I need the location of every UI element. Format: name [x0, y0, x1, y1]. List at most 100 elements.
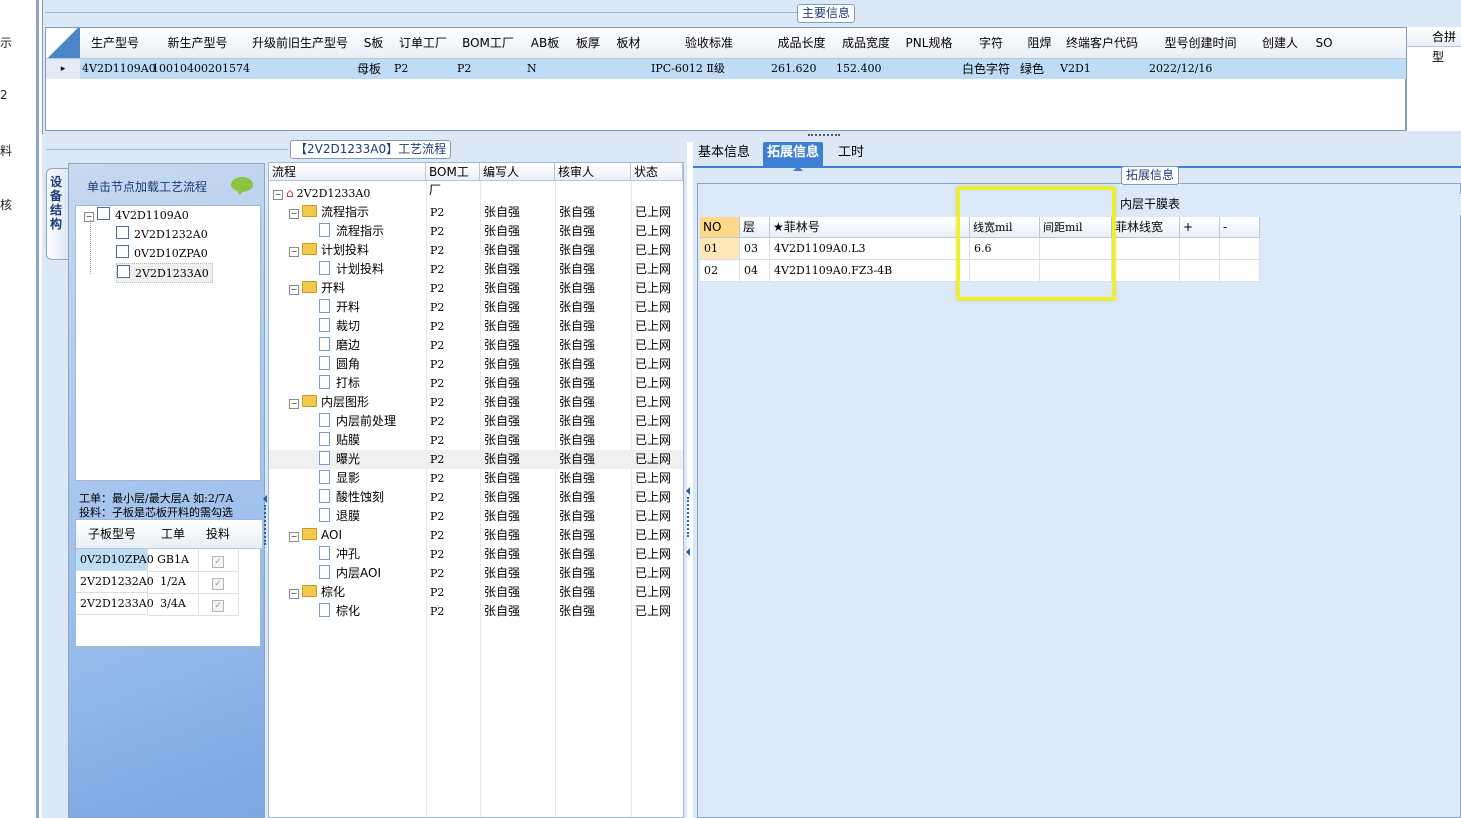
tab-basic-info[interactable]: 基本信息	[694, 142, 754, 166]
col-old-model[interactable]: 升级前旧生产型号	[245, 28, 356, 59]
col-film-number[interactable]: ★菲林号	[770, 217, 970, 238]
flow-node[interactable]: 计划投料	[319, 260, 384, 279]
cell-writer[interactable]: 张自强	[484, 583, 520, 602]
cell-status[interactable]: 已上网	[635, 526, 671, 545]
cell-reviewer[interactable]: 张自强	[559, 583, 595, 602]
cell-reviewer[interactable]: 张自强	[559, 412, 595, 431]
cell-char[interactable]: 白色字符	[962, 59, 1010, 79]
merge-header[interactable]: 合拼型	[1407, 27, 1461, 64]
col-order-factory[interactable]: 订单工厂	[392, 28, 455, 59]
sub-cell-feed[interactable]: ✓	[198, 549, 239, 572]
ext-cell-no[interactable]: 02	[700, 260, 740, 282]
col-created[interactable]: 型号创建时间	[1147, 28, 1255, 59]
add-row-button[interactable]: +	[1180, 217, 1220, 238]
process-row[interactable]: 计划投料 P2 张自强 张自强 已上网	[269, 260, 683, 279]
cell-reviewer[interactable]: 张自强	[559, 602, 595, 621]
flow-node[interactable]: 内层AOI	[319, 564, 381, 583]
col-flow[interactable]: 流程	[269, 163, 426, 181]
cell-bom[interactable]: P2	[430, 241, 444, 260]
flow-node[interactable]: 流程指示	[319, 222, 384, 241]
cell-bom[interactable]: P2	[430, 393, 444, 412]
cell-status[interactable]: 已上网	[635, 374, 671, 393]
ext-cell-layer[interactable]: 04	[740, 260, 770, 282]
process-row[interactable]: 棕化 P2 张自强 张自强 已上网	[269, 602, 683, 621]
ext-cell-film[interactable]: 4V2D1109A0.L3	[770, 238, 970, 260]
flow-node[interactable]: − 流程指示	[289, 203, 369, 222]
cell-writer[interactable]: 张自强	[484, 260, 520, 279]
cell-writer[interactable]: 张自强	[484, 279, 520, 298]
flow-node[interactable]: 圆角	[319, 355, 360, 374]
col-sub-feed[interactable]: 投料	[198, 520, 239, 549]
flow-node[interactable]: 内层前处理	[319, 412, 396, 431]
sub-cell-feed[interactable]: ✓	[198, 593, 239, 616]
tree-node-child[interactable]: 2V2D1232A0	[116, 225, 208, 243]
cell-writer[interactable]: 张自强	[484, 545, 520, 564]
ext-cell-minus[interactable]	[1220, 260, 1260, 282]
col-length[interactable]: 成品长度	[769, 28, 835, 59]
cell-writer[interactable]: 张自强	[484, 526, 520, 545]
cell-reviewer[interactable]: 张自强	[559, 507, 595, 526]
flow-node[interactable]: 棕化	[319, 602, 360, 621]
collapse-icon[interactable]: −	[289, 399, 299, 409]
table-row[interactable]: ▸ 4V2D1109A0 10010400201574 母板 P2 P2 N I…	[46, 59, 1407, 79]
col-new-model[interactable]: 新生产型号	[150, 28, 246, 59]
feed-checkbox[interactable]: ✓	[212, 556, 224, 568]
collapse-icon[interactable]: −	[289, 285, 299, 295]
flow-node[interactable]: − 内层图形	[289, 393, 369, 412]
cell-reviewer[interactable]: 张自强	[559, 317, 595, 336]
cell-width[interactable]: 152.400	[836, 59, 882, 79]
cell-customer[interactable]: V2D1	[1060, 59, 1091, 79]
cell-reviewer[interactable]: 张自强	[559, 355, 595, 374]
cell-created[interactable]: 2022/12/16	[1149, 59, 1212, 79]
tab-extended-info[interactable]: 拓展信息	[763, 142, 824, 166]
col-layer[interactable]: 层	[740, 217, 770, 238]
ext-cell-minus[interactable]	[1220, 238, 1260, 260]
col-reviewer[interactable]: 核审人	[555, 163, 631, 181]
process-row[interactable]: 酸性蚀刻 P2 张自强 张自强 已上网	[269, 488, 683, 507]
col-so[interactable]: SO	[1306, 28, 1343, 59]
flow-node[interactable]: 开料	[319, 298, 360, 317]
cell-board-type[interactable]: 母板	[357, 59, 381, 79]
splitter-grip-icon[interactable]	[687, 497, 689, 537]
cell-reviewer[interactable]: 张自强	[559, 336, 595, 355]
col-prod-model[interactable]: 生产型号	[80, 28, 151, 59]
cell-writer[interactable]: 张自强	[484, 336, 520, 355]
ext-cell-no[interactable]: 01	[700, 238, 740, 260]
cell-status[interactable]: 已上网	[635, 298, 671, 317]
cell-status[interactable]: 已上网	[635, 222, 671, 241]
sub-cell-order[interactable]: GB1A	[148, 549, 199, 572]
cell-ab[interactable]: N	[527, 59, 537, 79]
col-thickness[interactable]: 板厚	[568, 28, 609, 59]
flow-node[interactable]: 酸性蚀刻	[319, 488, 384, 507]
cell-writer[interactable]: 张自强	[484, 393, 520, 412]
flow-node[interactable]: 裁切	[319, 317, 360, 336]
cell-status[interactable]: 已上网	[635, 260, 671, 279]
cell-writer[interactable]: 张自强	[484, 203, 520, 222]
ext-cell-film[interactable]: 4V2D1109A0.FZ3-4B	[770, 260, 970, 282]
col-customer[interactable]: 终端客户代码	[1057, 28, 1148, 59]
sub-cell-model[interactable]: 0V2D10ZPA0	[76, 549, 154, 571]
col-ab-board[interactable]: AB板	[522, 28, 569, 59]
flow-node[interactable]: 显影	[319, 469, 360, 488]
cell-reviewer[interactable]: 张自强	[559, 241, 595, 260]
cell-reviewer[interactable]: 张自强	[559, 260, 595, 279]
cell-bom[interactable]: P2	[430, 355, 444, 374]
cell-status[interactable]: 已上网	[635, 241, 671, 260]
cell-bom[interactable]: P2	[430, 279, 444, 298]
cell-reviewer[interactable]: 张自强	[559, 431, 595, 450]
col-material[interactable]: 板材	[608, 28, 650, 59]
cell-status[interactable]: 已上网	[635, 431, 671, 450]
tree-node-child[interactable]: 0V2D10ZPA0	[116, 244, 208, 262]
cell-reviewer[interactable]: 张自强	[559, 279, 595, 298]
process-row[interactable]: 磨边 P2 张自强 张自强 已上网	[269, 336, 683, 355]
cell-status[interactable]: 已上网	[635, 507, 671, 526]
cell-bom[interactable]: P2	[430, 260, 444, 279]
cell-bom[interactable]: P2	[430, 488, 444, 507]
cell-bom[interactable]: P2	[430, 203, 444, 222]
cell-writer[interactable]: 张自强	[484, 507, 520, 526]
tab-structure[interactable]: 设备结构	[46, 168, 68, 260]
col-no[interactable]: NO	[700, 217, 740, 238]
cell-reviewer[interactable]: 张自强	[559, 298, 595, 317]
col-writer[interactable]: 编写人	[480, 163, 555, 181]
cell-writer[interactable]: 张自强	[484, 412, 520, 431]
